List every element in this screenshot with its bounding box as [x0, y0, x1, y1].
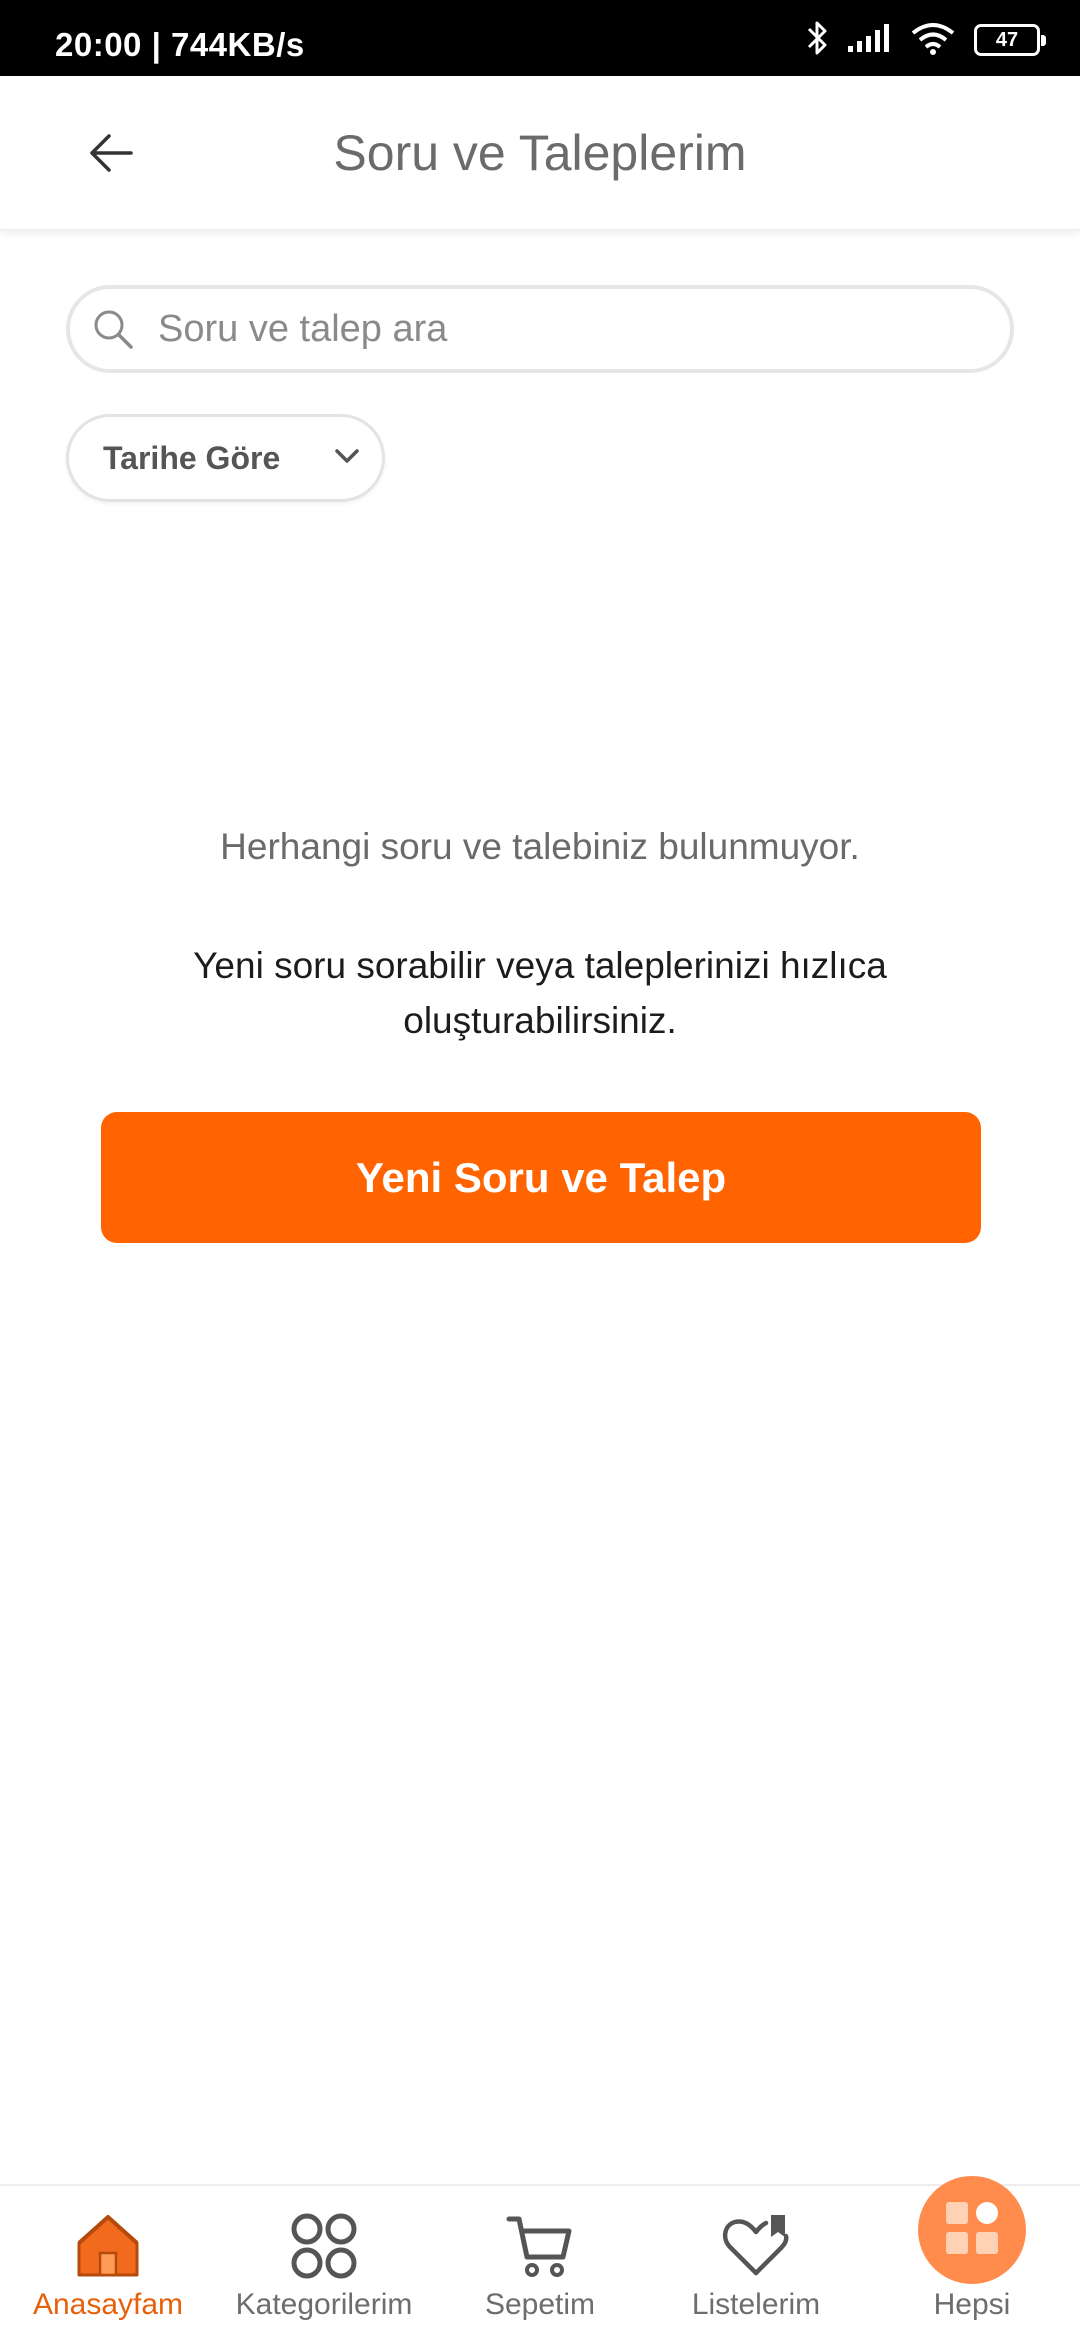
chevron-down-icon	[334, 447, 360, 470]
nav-item-sepetim[interactable]: Sepetim	[432, 2186, 648, 2340]
empty-state-description: Yeni soru sorabilir veya taleplerinizi h…	[193, 945, 887, 1041]
search-icon	[92, 307, 136, 351]
home-icon	[73, 2208, 143, 2284]
cart-icon	[505, 2208, 575, 2284]
nav-item-anasayfam[interactable]: Anasayfam	[0, 2186, 216, 2340]
nav-label-kategorilerim: Kategorilerim	[235, 2288, 413, 2321]
empty-state-title: Herhangi soru ve talebiniz bulunmuyor.	[220, 826, 860, 867]
grid-apps-icon	[944, 2200, 1000, 2261]
hepsi-button[interactable]	[918, 2176, 1026, 2284]
bluetooth-icon	[806, 20, 828, 61]
nav-label-hepsi: Hepsi	[933, 2288, 1011, 2321]
battery-level: 47	[995, 28, 1019, 51]
nav-label-listelerim: Listelerim	[691, 2288, 821, 2321]
battery-icon: 47	[974, 24, 1046, 56]
screen: 20:00 | 744KB/s 47 Soru ve Taleplerim So…	[0, 0, 1080, 2340]
new-request-button[interactable]: Yeni Soru ve Talep	[101, 1112, 981, 1243]
status-time: 20:00 | 744KB/s	[55, 26, 305, 63]
app-header: Soru ve Taleplerim	[0, 76, 1080, 230]
status-bar: 20:00 | 744KB/s 47	[0, 0, 1080, 76]
nav-item-listelerim[interactable]: Listelerim	[648, 2186, 864, 2340]
page-title: Soru ve Taleplerim	[333, 125, 747, 181]
signal-icon	[846, 22, 892, 59]
search-box[interactable]	[66, 285, 1014, 373]
nav-label-sepetim: Sepetim	[484, 2288, 596, 2321]
heart-list-icon	[721, 2208, 791, 2284]
new-request-button-label: Yeni Soru ve Talep	[355, 1153, 727, 1201]
search-input[interactable]	[158, 307, 978, 351]
bottom-nav: Anasayfam Kategorilerim Sepetim Listeler…	[0, 2184, 1080, 2340]
status-icons: 47	[806, 20, 1046, 61]
nav-item-kategorilerim[interactable]: Kategorilerim	[216, 2186, 432, 2340]
categories-icon	[289, 2208, 359, 2284]
sort-dropdown[interactable]: Tarihe Göre	[66, 414, 385, 502]
sort-selected-label: Tarihe Göre	[103, 439, 281, 476]
wifi-icon	[910, 21, 956, 60]
nav-label-anasayfam: Anasayfam	[32, 2288, 184, 2321]
